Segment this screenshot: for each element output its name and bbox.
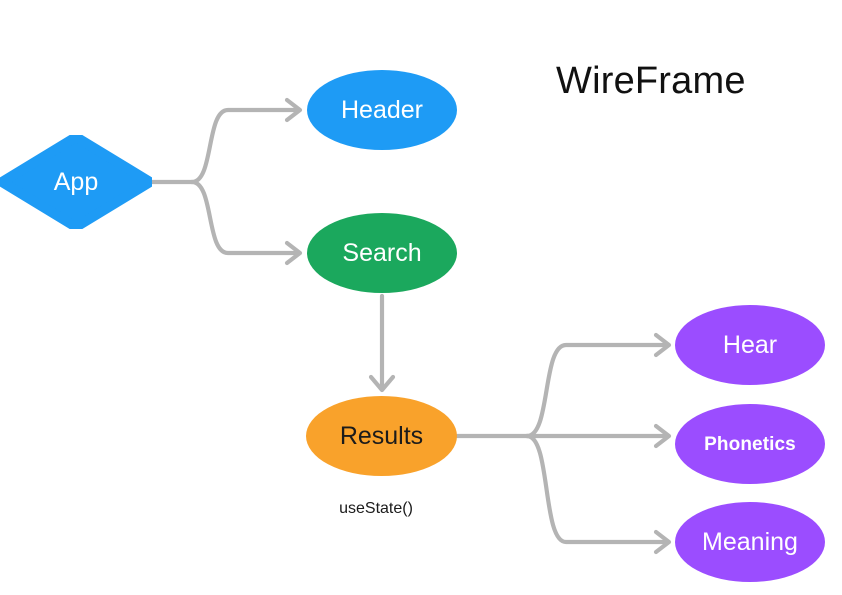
node-app[interactable]: App: [0, 135, 152, 229]
arrowhead-hear-icon: [653, 332, 672, 358]
edge-app-to-search: [189, 179, 300, 256]
arrowhead-header-icon: [284, 97, 303, 123]
edge-results-to-hear: [524, 342, 668, 439]
arrowhead-meaning-icon: [653, 529, 672, 555]
node-meaning[interactable]: Meaning: [675, 502, 825, 582]
node-meaning-label: Meaning: [702, 527, 798, 556]
node-phonetics[interactable]: Phonetics: [675, 404, 825, 484]
arrowhead-search-icon: [284, 240, 303, 266]
page-title: WireFrame: [556, 60, 746, 102]
node-hear-label: Hear: [722, 330, 778, 359]
arrowhead-results-icon: [368, 374, 396, 393]
edge-results-to-meaning: [524, 433, 668, 545]
node-search[interactable]: Search: [307, 213, 457, 293]
node-header[interactable]: Header: [307, 70, 457, 150]
node-results[interactable]: Results: [306, 396, 457, 476]
node-app-label: App: [53, 167, 99, 196]
results-usestate-annotation: useState(): [339, 500, 413, 517]
node-header-label: Header: [341, 95, 423, 124]
arrowhead-phonetics-icon: [653, 423, 672, 449]
wireframe-diagram-canvas: WireFrame App Header Search Results useS…: [0, 0, 842, 595]
node-hear[interactable]: Hear: [675, 305, 825, 385]
node-results-label: Results: [339, 421, 424, 450]
node-search-label: Search: [342, 238, 422, 267]
edge-app-to-header: [189, 107, 300, 185]
node-phonetics-label: Phonetics: [704, 433, 796, 455]
